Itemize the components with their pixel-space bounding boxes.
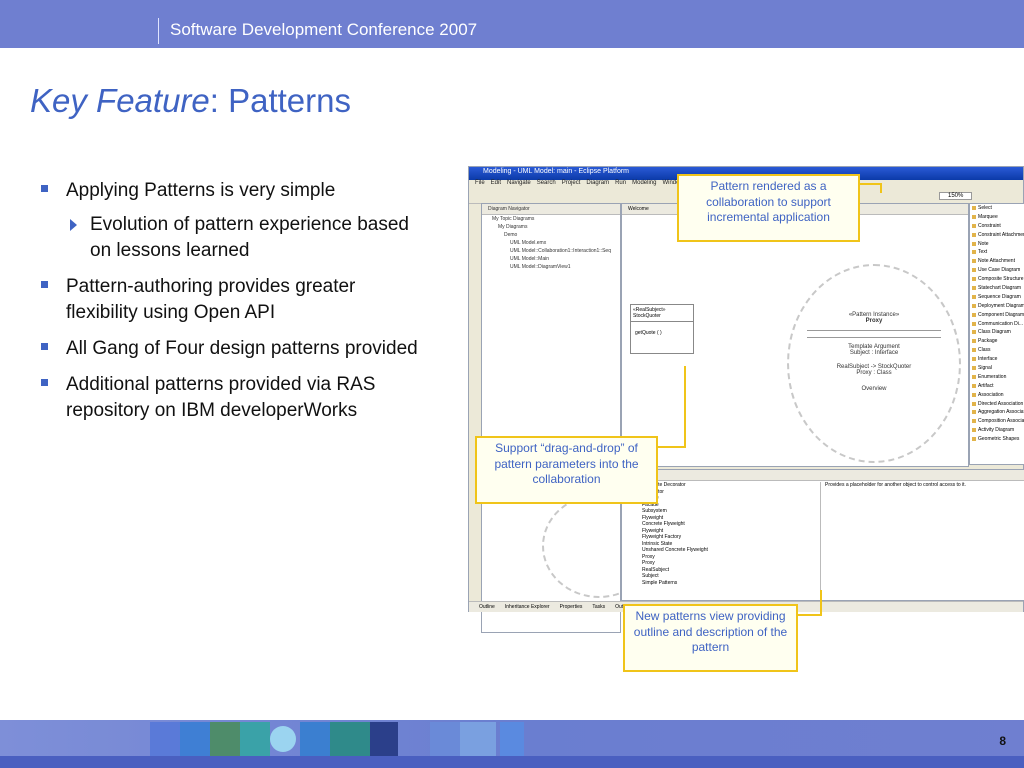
bullet-text: Additional patterns provided via RAS rep… <box>66 374 376 421</box>
callout-leader <box>798 614 822 616</box>
bullet-marker <box>41 281 48 288</box>
callout-leader <box>860 183 882 185</box>
palette-item[interactable]: Marquee <box>970 213 1024 222</box>
palette-item[interactable]: Class Diagram <box>970 328 1024 337</box>
bullet-item: Additional patterns provided via RAS rep… <box>40 372 420 424</box>
palette-item[interactable]: Signal <box>970 364 1024 373</box>
view-tab[interactable]: Properties <box>560 604 583 610</box>
menu-item[interactable]: Navigate <box>507 180 531 186</box>
bullet-item: Pattern-authoring provides greater flexi… <box>40 274 420 326</box>
sub-bullet-item: Evolution of pattern experience based on… <box>40 212 420 264</box>
navigator-row[interactable]: UML Model.emx <box>482 239 620 247</box>
callout-collaboration: Pattern rendered as a collaboration to s… <box>677 174 860 242</box>
conference-name: Software Development Conference 2007 <box>170 20 478 39</box>
footer-band <box>0 720 1024 768</box>
title-emphasis: Key Feature <box>30 82 210 119</box>
menu-item[interactable]: File <box>475 180 485 186</box>
header-divider <box>158 18 159 44</box>
callout-leader <box>880 183 882 193</box>
palette-item[interactable]: Composition Association <box>970 417 1024 426</box>
palette-item[interactable]: Activity Diagram <box>970 426 1024 435</box>
bullet-text: Applying Patterns is very simple <box>66 180 336 201</box>
view-tab[interactable]: Outline <box>479 604 495 610</box>
palette: Select Marquee Constraint Constraint Attach… <box>969 203 1024 465</box>
callout-leader <box>658 446 686 448</box>
patterns-explorer-title: Explorer <box>622 470 1024 481</box>
realsubject-class[interactable]: «RealSubject» StockQuoter getQuote ( ) <box>630 304 694 354</box>
navigator-row[interactable]: Demo <box>482 231 620 239</box>
menu-item[interactable]: Search <box>537 180 556 186</box>
navigator-title: Diagram Navigator <box>482 204 620 215</box>
palette-item[interactable]: Communication Di... <box>970 320 1024 329</box>
page-number: 8 <box>999 734 1006 748</box>
palette-item[interactable]: Constraint <box>970 222 1024 231</box>
palette-item[interactable]: Interface <box>970 355 1024 364</box>
menu-item[interactable]: Project <box>562 180 581 186</box>
palette-item[interactable]: Constraint Attachment <box>970 231 1024 240</box>
bullet-text: All Gang of Four design patterns provide… <box>66 338 418 359</box>
subject-param: Subject : Interface <box>849 350 899 356</box>
palette-item[interactable]: Geometric Shapes <box>970 435 1024 444</box>
footer-bottom-band <box>0 756 1024 768</box>
menu-item[interactable]: Diagram <box>586 180 609 186</box>
palette-item[interactable]: Statechart Diagram <box>970 284 1024 293</box>
overview-label: Overview <box>861 386 887 392</box>
palette-item[interactable]: Select <box>970 204 1024 213</box>
callout-leader <box>684 366 686 448</box>
palette-item[interactable]: Note Attachment <box>970 257 1024 266</box>
navigator-row[interactable]: My Diagrams <box>482 223 620 231</box>
bullet-item: Applying Patterns is very simple <box>40 178 420 204</box>
view-tab[interactable]: Inheritance Explorer <box>505 604 550 610</box>
navigator-row[interactable]: My Topic Diagrams <box>482 215 620 223</box>
palette-item[interactable]: Deployment Diagram <box>970 302 1024 311</box>
bullet-list: Applying Patterns is very simple Evoluti… <box>40 178 420 434</box>
palette-item[interactable]: Artifact <box>970 382 1024 391</box>
sub-bullet-text: Evolution of pattern experience based on… <box>90 214 409 261</box>
palette-item[interactable]: Association <box>970 391 1024 400</box>
pattern-description: Provides a placeholder for another objec… <box>820 482 1024 592</box>
zoom-value: 150% <box>939 192 973 200</box>
navigator-row[interactable]: UML Model::Collaboration1::Interaction1:… <box>482 247 620 255</box>
palette-item[interactable]: Enumeration <box>970 373 1024 382</box>
callout-leader <box>820 590 822 616</box>
diagram-editor: Welcome «RealSubject» StockQuoter getQuo… <box>621 203 969 467</box>
patterns-explorer: Explorer Concrete DecoratorDecoratorFaca… <box>621 469 1024 601</box>
arrow-marker-icon <box>70 219 77 231</box>
bullet-marker <box>41 379 48 386</box>
bullet-marker <box>41 343 48 350</box>
pattern-name: Proxy <box>865 318 883 324</box>
palette-item[interactable]: Class <box>970 346 1024 355</box>
bullet-text: Pattern-authoring provides greater flexi… <box>66 276 356 323</box>
menu-item[interactable]: Edit <box>491 180 501 186</box>
navigator-row[interactable]: UML Model::DiagramView1 <box>482 263 620 271</box>
realsubject-operation: getQuote ( ) <box>635 330 662 336</box>
palette-item[interactable]: Text <box>970 248 1024 257</box>
proxy-param[interactable]: Proxy : Class <box>789 370 959 376</box>
callout-drag-drop: Support “drag-and-drop” of pattern param… <box>475 436 658 504</box>
pattern-instance-collaboration[interactable]: «Pattern Instance» Proxy Template Argume… <box>787 264 961 463</box>
palette-item[interactable]: Sequence Diagram <box>970 293 1024 302</box>
menu-item[interactable]: Modeling <box>632 180 656 186</box>
bullet-item: All Gang of Four design patterns provide… <box>40 336 420 362</box>
palette-item[interactable]: Package <box>970 337 1024 346</box>
palette-item[interactable]: Component Diagram <box>970 311 1024 320</box>
menu-item[interactable]: Run <box>615 180 626 186</box>
title-rest: : Patterns <box>209 82 351 119</box>
realsubject-header: «RealSubject» StockQuoter <box>631 305 693 322</box>
header-bar: Software Development Conference 2007 <box>0 0 1024 48</box>
palette-item[interactable]: Note <box>970 240 1024 249</box>
window-title: Modeling - UML Model: main - Eclipse Pla… <box>483 168 630 175</box>
pattern-row[interactable]: Simple Patterns <box>628 580 818 587</box>
diagram-navigator: Diagram Navigator My Topic Diagrams My Di… <box>481 203 656 633</box>
palette-item[interactable]: Use Case Diagram <box>970 266 1024 275</box>
slide-title: Key Feature: Patterns <box>30 82 351 120</box>
navigator-row[interactable]: UML Model::Main <box>482 255 620 263</box>
palette-item[interactable]: Aggregation Association <box>970 408 1024 417</box>
callout-patterns-view: New patterns view providing outline and … <box>623 604 798 672</box>
bullet-marker <box>41 185 48 192</box>
palette-item[interactable]: Composite Structure <box>970 275 1024 284</box>
palette-item[interactable]: Directed Association <box>970 400 1024 409</box>
view-tab[interactable]: Tasks <box>592 604 605 610</box>
